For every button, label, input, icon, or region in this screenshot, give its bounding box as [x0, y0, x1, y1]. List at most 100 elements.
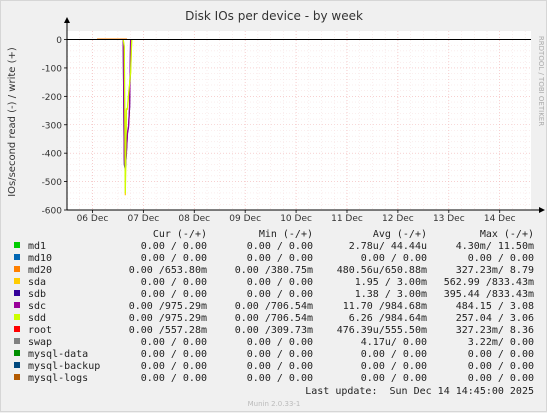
legend-swatch-root	[14, 326, 20, 332]
x-tick-label: 06 Dec	[77, 214, 109, 224]
legend-name-root: root	[28, 325, 52, 336]
legend-swatch-sdc	[14, 302, 20, 308]
legend-swatch-sda	[14, 278, 20, 284]
legend-swatch-mysql-data	[14, 350, 20, 356]
legend-value-min: 0.00 / 0.00	[247, 349, 313, 360]
legend-name-md1: md1	[28, 241, 46, 252]
legend-value-avg: 0.00 / 0.00	[361, 253, 427, 264]
legend-name-mysql-logs: mysql-logs	[28, 373, 88, 384]
x-tick-label: 14 Dec	[484, 214, 516, 224]
legend-name-sda: sda	[28, 277, 46, 288]
legend-value-max: 562.99 /833.43m	[444, 277, 534, 288]
legend-value-min: 0.00 / 0.00	[247, 361, 313, 372]
legend-value-min: 0.00 / 0.00	[247, 241, 313, 252]
legend-value-cur: 0.00 / 0.00	[141, 349, 207, 360]
munin-graph-panel: Disk IOs per device - by week IOs/second…	[0, 0, 547, 412]
plot-background	[67, 31, 531, 210]
y-tick-label: -200	[42, 93, 63, 103]
legend-value-min: 0.00 / 0.00	[247, 289, 313, 300]
y-tick-label: -600	[42, 207, 63, 217]
legend-value-avg: 6.26 /984.64m	[349, 313, 427, 324]
legend-name-sdc: sdc	[28, 301, 46, 312]
x-tick-label: 08 Dec	[178, 214, 210, 224]
legend-name-swap: swap	[28, 337, 52, 348]
y-axis-label: IOs/second read (-) / write (+)	[7, 47, 18, 197]
legend-name-md20: md20	[28, 265, 52, 276]
disk-io-chart: Disk IOs per device - by week IOs/second…	[7, 9, 545, 408]
legend-value-cur: 0.00 /653.80m	[129, 265, 207, 276]
legend-value-min: 0.00 / 0.00	[247, 277, 313, 288]
legend-value-min: 0.00 / 0.00	[247, 253, 313, 264]
legend-value-avg: 480.56u/650.88m	[337, 265, 427, 276]
legend-value-max: 0.00 / 0.00	[468, 361, 534, 372]
legend-table: Cur (-/+) Min (-/+) Avg (-/+) Max (-/+)md1 0…	[14, 229, 534, 384]
legend-swatch-swap	[14, 338, 20, 344]
legend-value-min: 0.00 /309.73m	[235, 325, 313, 336]
legend-swatch-mysql-logs	[14, 374, 20, 380]
legend-value-max: 0.00 / 0.00	[468, 349, 534, 360]
legend-name-sdb: sdb	[28, 289, 46, 300]
legend-value-max: 257.04 / 3.06	[456, 313, 534, 324]
legend-value-avg: 476.39u/555.50m	[337, 325, 427, 336]
legend-value-cur: 0.00 / 0.00	[141, 361, 207, 372]
y-axis-arrow	[64, 17, 70, 23]
legend-header-min: Min (-/+)	[259, 229, 313, 240]
legend-header-avg: Avg (-/+)	[373, 229, 427, 240]
y-tick-label: -100	[42, 64, 63, 74]
legend-swatch-md20	[14, 266, 20, 272]
legend-value-max: 327.23m/ 8.79	[456, 265, 534, 276]
munin-version-footer: Munin 2.0.33-1	[248, 400, 301, 408]
x-axis-arrow	[539, 207, 545, 213]
legend-value-max: 4.30m/ 11.50m	[456, 241, 534, 252]
legend-value-min: 0.00 /706.54m	[235, 313, 313, 324]
legend-swatch-mysql-backup	[14, 362, 20, 368]
y-tick-label: -500	[42, 178, 63, 188]
legend-value-cur: 0.00 /975.29m	[129, 301, 207, 312]
legend-value-max: 327.23m/ 8.36	[456, 325, 534, 336]
side-credit-label: RRDTOOL / TOBI OETIKER	[537, 36, 545, 126]
legend-value-min: 0.00 /380.75m	[235, 265, 313, 276]
legend-value-avg: 4.17u/ 0.00	[361, 337, 427, 348]
y-tick-label: 0	[56, 36, 62, 46]
legend-value-avg: 2.78u/ 44.44u	[349, 241, 427, 252]
x-tick-label: 11 Dec	[331, 214, 363, 224]
legend-value-max: 0.00 / 0.00	[468, 253, 534, 264]
legend-value-max: 0.00 / 0.00	[468, 373, 534, 384]
legend-value-max: 484.15 / 3.08	[456, 301, 534, 312]
legend-value-max: 395.44 /833.43m	[444, 289, 534, 300]
legend-value-avg: 0.00 / 0.00	[361, 361, 427, 372]
legend-value-max: 3.22m/ 0.00	[468, 337, 534, 348]
x-tick-label: 07 Dec	[127, 214, 159, 224]
legend-value-cur: 0.00 /557.28m	[129, 325, 207, 336]
plot-area: 0 -100 -200 -300 -400 -500 -600 06 Dec 07 Dec 08 …	[42, 17, 545, 224]
legend-name-md10: md10	[28, 253, 52, 264]
legend-value-min: 0.00 / 0.00	[247, 337, 313, 348]
legend-swatch-sdb	[14, 290, 20, 296]
legend-value-avg: 0.00 / 0.00	[361, 373, 427, 384]
legend-value-min: 0.00 / 0.00	[247, 373, 313, 384]
legend-value-cur: 0.00 / 0.00	[141, 253, 207, 264]
legend-value-cur: 0.00 / 0.00	[141, 373, 207, 384]
y-tick-label: -300	[42, 121, 63, 131]
legend-header-max: Max (-/+)	[480, 229, 534, 240]
legend-value-min: 0.00 /706.54m	[235, 301, 313, 312]
x-tick-label: 09 Dec	[229, 214, 261, 224]
legend-swatch-md10	[14, 254, 20, 260]
legend-value-avg: 1.95 / 3.00m	[355, 277, 427, 288]
last-update: Last update: Sun Dec 14 14:45:00 2025	[305, 386, 534, 397]
y-tick-label: -400	[42, 150, 63, 160]
x-tick-label: 10 Dec	[280, 214, 312, 224]
legend-value-avg: 11.70 /984.68m	[343, 301, 427, 312]
chart-title: Disk IOs per device - by week	[185, 9, 363, 23]
legend-value-cur: 0.00 / 0.00	[141, 337, 207, 348]
legend-name-sdd: sdd	[28, 313, 46, 324]
legend-value-avg: 0.00 / 0.00	[361, 349, 427, 360]
legend-value-cur: 0.00 /975.29m	[129, 313, 207, 324]
legend-name-mysql-backup: mysql-backup	[28, 361, 100, 372]
x-tick-label: 13 Dec	[433, 214, 465, 224]
legend-value-avg: 1.38 / 3.00m	[355, 289, 427, 300]
legend-value-cur: 0.00 / 0.00	[141, 241, 207, 252]
legend-swatch-md1	[14, 242, 20, 248]
legend-value-cur: 0.00 / 0.00	[141, 277, 207, 288]
legend-swatch-sdd	[14, 314, 20, 320]
